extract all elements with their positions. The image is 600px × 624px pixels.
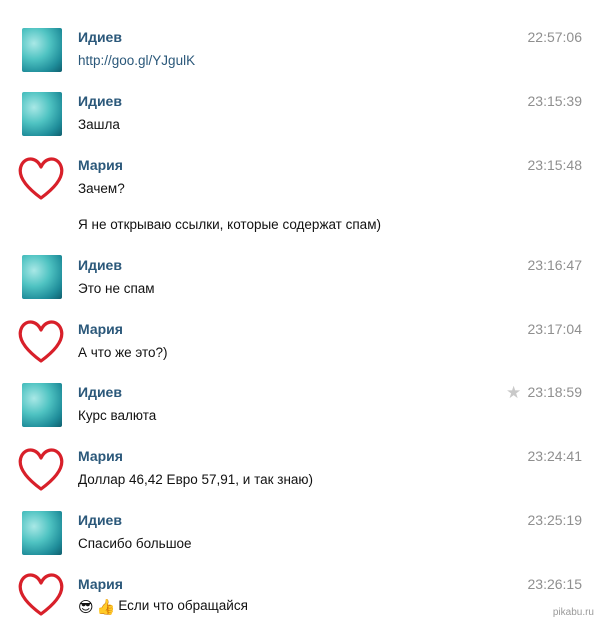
message-text: А что же это?) xyxy=(78,345,168,360)
sender-name[interactable]: Идиев xyxy=(78,512,122,528)
sender-name[interactable]: Мария xyxy=(78,448,123,464)
message-time: 23:18:59 xyxy=(527,384,583,400)
heart-avatar-icon[interactable] xyxy=(14,567,68,621)
avatar[interactable] xyxy=(22,511,62,555)
message-text-with-emoji: 😎 👍 Если что обращайся xyxy=(78,598,248,616)
avatar[interactable] xyxy=(22,28,62,72)
sender-name[interactable]: Мария xyxy=(78,576,123,592)
sender-name[interactable]: Идиев xyxy=(78,257,122,273)
message-text: Курс валюта xyxy=(78,408,157,423)
sender-name[interactable]: Идиев xyxy=(78,29,122,45)
sender-name[interactable]: Мария xyxy=(78,321,123,337)
heart-avatar-icon[interactable] xyxy=(14,151,68,205)
heart-avatar-icon[interactable] xyxy=(14,314,68,368)
message-time: 23:15:39 xyxy=(527,93,583,109)
message-time: 23:16:47 xyxy=(527,257,583,273)
avatar[interactable] xyxy=(22,255,62,299)
watermark: pikabu.ru xyxy=(552,607,594,618)
message-time: 23:17:04 xyxy=(527,321,583,337)
message-text: Зачем? xyxy=(78,181,125,196)
message-time: 23:24:41 xyxy=(527,448,583,464)
message-text: Я не открываю ссылки, которые содержат с… xyxy=(78,217,381,232)
star-icon[interactable]: ★ xyxy=(506,384,521,401)
thumbs-up-emoji-icon: 👍 xyxy=(96,599,116,616)
message-time: 22:57:06 xyxy=(527,29,583,45)
avatar[interactable] xyxy=(22,383,62,427)
message-link[interactable]: http://goo.gl/YJgulK xyxy=(78,53,195,68)
sender-name[interactable]: Идиев xyxy=(78,384,122,400)
message-time: 23:15:48 xyxy=(527,157,583,173)
sunglasses-emoji-icon: 😎 xyxy=(78,599,94,616)
message-text: Если что обращайся xyxy=(118,598,248,613)
heart-avatar-icon[interactable] xyxy=(14,442,68,496)
message-text: Это не спам xyxy=(78,281,155,296)
message-time: 23:26:15 xyxy=(527,576,583,592)
avatar[interactable] xyxy=(22,92,62,136)
message-text: Спасибо большое xyxy=(78,536,192,551)
sender-name[interactable]: Мария xyxy=(78,157,123,173)
sender-name[interactable]: Идиев xyxy=(78,93,122,109)
message-text: Зашла xyxy=(78,117,120,132)
message-text: Доллар 46,42 Евро 57,91, и так знаю) xyxy=(78,472,314,487)
message-time: 23:25:19 xyxy=(527,512,583,528)
